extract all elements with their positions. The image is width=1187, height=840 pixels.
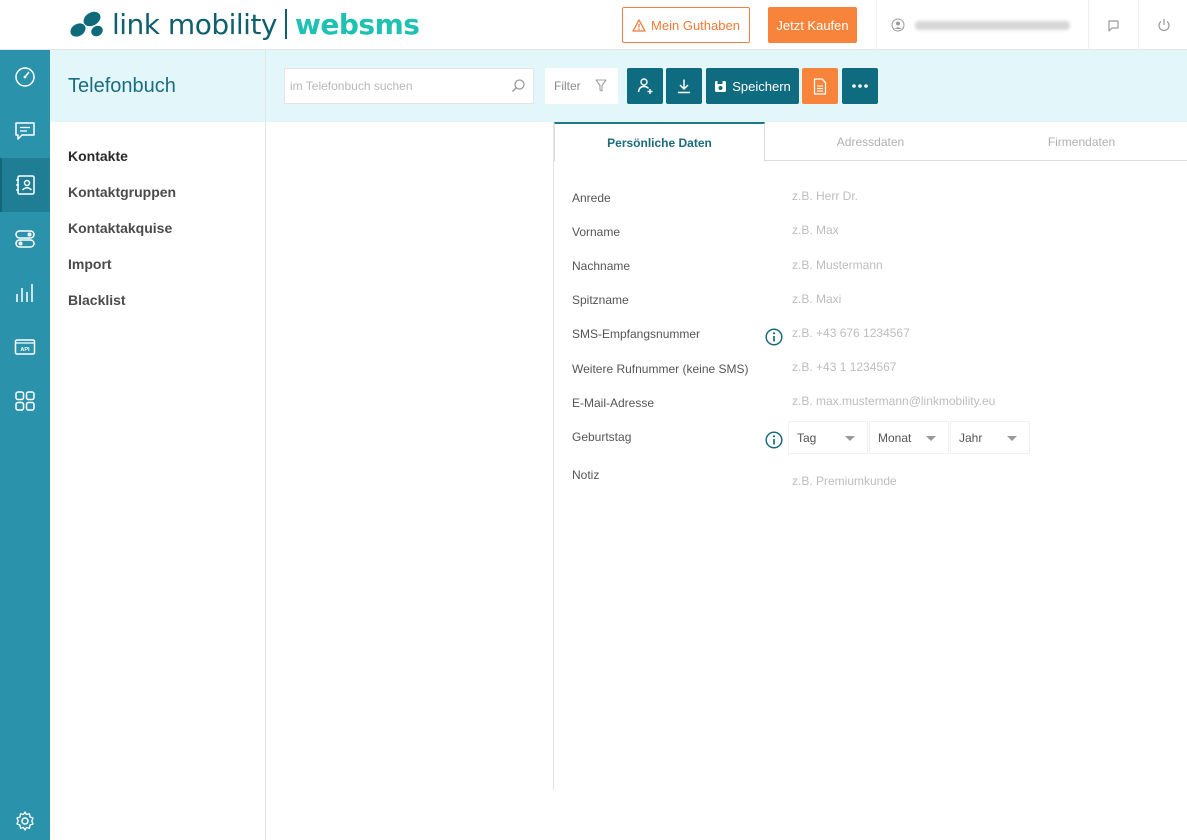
- weitere-rufnummer-label: Weitere Rufnummer (keine SMS): [572, 362, 749, 376]
- brand-logo[interactable]: link mobility websms: [68, 6, 420, 42]
- nav-apps[interactable]: [0, 374, 50, 428]
- api-icon: API: [14, 339, 36, 355]
- download-button[interactable]: [666, 68, 702, 104]
- nachname-input[interactable]: z.B. Mustermann: [792, 258, 1092, 272]
- anrede-input[interactable]: z.B. Herr Dr.: [792, 189, 1092, 203]
- top-header: link mobility websms Mein Guthaben Jetzt…: [0, 0, 1187, 50]
- user-account-menu[interactable]: [876, 0, 1088, 50]
- logo-text-websms: websms: [295, 7, 420, 41]
- sms-empfangsnummer-label: SMS-Empfangsnummer: [572, 327, 701, 341]
- statistics-icon: [16, 284, 33, 302]
- save-label: Speichern: [732, 78, 791, 94]
- jetzt-kaufen-button[interactable]: Jetzt Kaufen: [768, 7, 857, 43]
- link-mobility-logo-icon: [68, 9, 106, 39]
- birthday-month-value: Monat: [878, 430, 912, 445]
- sidebar-nav: Kontakte Kontaktgruppen Kontaktakquise I…: [50, 122, 265, 318]
- more-options-button[interactable]: [842, 68, 878, 104]
- birthday-year-select[interactable]: Jahr: [950, 421, 1030, 454]
- warning-icon: [632, 18, 646, 32]
- nav-settings[interactable]: [0, 794, 50, 840]
- spitzname-label: Spitzname: [572, 293, 629, 307]
- spitzname-input[interactable]: z.B. Maxi: [792, 292, 1092, 306]
- chat-bubble-icon: [1108, 19, 1119, 32]
- chevron-down-icon: [926, 436, 936, 441]
- sidebar-item-import[interactable]: Import: [50, 246, 265, 282]
- add-user-icon: [637, 78, 653, 94]
- sidebar-header: Telefonbuch: [50, 50, 265, 122]
- anrede-label: Anrede: [572, 191, 611, 205]
- vorname-label: Vorname: [572, 225, 621, 239]
- export-document-button[interactable]: [802, 68, 838, 104]
- sidebar-item-kontakte[interactable]: Kontakte: [50, 138, 265, 174]
- email-label: E-Mail-Adresse: [572, 396, 655, 410]
- sidebar-item-blacklist[interactable]: Blacklist: [50, 282, 265, 318]
- main-nav-rail: API: [0, 50, 50, 840]
- email-input[interactable]: z.B. max.mustermann@linkmobility.eu: [792, 394, 1092, 408]
- vorname-input[interactable]: z.B. Max: [792, 223, 1092, 237]
- page-title: Telefonbuch: [68, 74, 176, 97]
- message-icon: [15, 122, 35, 140]
- funnel-icon: [595, 79, 607, 92]
- chevron-down-icon: [1007, 436, 1017, 441]
- weitere-rufnummer-input[interactable]: z.B. +43 1 1234567: [792, 360, 1092, 374]
- download-icon: [678, 79, 690, 94]
- toggles-icon: [15, 230, 35, 248]
- dashboard-icon: [15, 67, 35, 87]
- sidebar-item-kontaktgruppen[interactable]: Kontaktgruppen: [50, 174, 265, 210]
- contacts-icon: [16, 175, 35, 195]
- contact-detail-tabs: Persönliche Daten Adressdaten Firmendate…: [554, 122, 1187, 162]
- user-avatar-icon: [891, 18, 905, 32]
- filter-button[interactable]: Filter: [545, 68, 618, 104]
- filter-label: Filter: [554, 79, 581, 93]
- sidebar-item-kontaktakquise[interactable]: Kontaktakquise: [50, 210, 265, 246]
- floppy-disk-icon: [715, 80, 727, 92]
- info-icon[interactable]: [765, 328, 783, 346]
- nav-messages[interactable]: [0, 104, 50, 158]
- contact-list-pane: [266, 122, 554, 790]
- search-box: [284, 68, 534, 104]
- feedback-button[interactable]: [1088, 0, 1138, 50]
- geburtstag-label: Geburtstag: [572, 430, 632, 444]
- search-icon[interactable]: [511, 78, 526, 98]
- nav-contacts[interactable]: [0, 158, 50, 212]
- user-name-redacted: [915, 20, 1070, 30]
- mein-guthaben-button[interactable]: Mein Guthaben: [622, 7, 750, 43]
- notiz-label: Notiz: [572, 468, 600, 482]
- nav-api[interactable]: API: [0, 320, 50, 374]
- api-icon-label: API: [20, 347, 30, 353]
- power-icon: [1157, 19, 1170, 32]
- nav-toggles[interactable]: [0, 212, 50, 266]
- nav-dashboard[interactable]: [0, 50, 50, 104]
- birthday-day-select[interactable]: Tag: [788, 421, 868, 454]
- tab-persoenliche-daten[interactable]: Persönliche Daten: [554, 122, 765, 162]
- mein-guthaben-label: Mein Guthaben: [651, 17, 740, 33]
- save-button[interactable]: Speichern: [706, 68, 799, 104]
- birthday-year-value: Jahr: [959, 430, 983, 445]
- settings-gear-icon: [16, 811, 34, 831]
- sms-empfangsnummer-input[interactable]: z.B. +43 676 1234567: [792, 326, 1092, 340]
- tab-firmendaten[interactable]: Firmendaten: [976, 122, 1187, 161]
- search-input[interactable]: [285, 69, 495, 103]
- toolbar: Filter Speichern: [266, 50, 1187, 122]
- chevron-down-icon: [845, 436, 855, 441]
- more-dots-icon: [852, 84, 868, 88]
- tab-adressdaten[interactable]: Adressdaten: [765, 122, 976, 161]
- document-icon: [813, 77, 827, 95]
- nav-statistics[interactable]: [0, 266, 50, 320]
- nachname-label: Nachname: [572, 259, 631, 273]
- add-contact-button[interactable]: [627, 68, 663, 104]
- logo-divider: [285, 9, 287, 39]
- logo-text-link-mobility: link mobility: [112, 7, 278, 41]
- apps-grid-icon: [15, 391, 35, 411]
- phonebook-sidebar: Telefonbuch Kontakte Kontaktgruppen Kont…: [50, 50, 266, 840]
- notiz-textarea[interactable]: z.B. Premiumkunde: [792, 474, 1092, 488]
- birthday-day-value: Tag: [797, 430, 817, 445]
- info-icon[interactable]: [765, 431, 783, 449]
- logout-button[interactable]: [1138, 0, 1187, 50]
- birthday-month-select[interactable]: Monat: [869, 421, 949, 454]
